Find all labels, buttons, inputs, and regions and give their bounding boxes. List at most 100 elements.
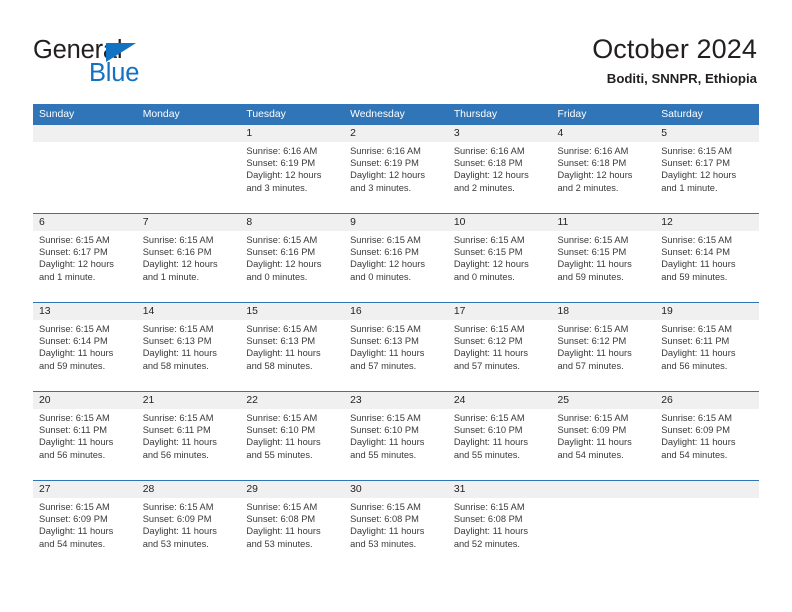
calendar-day-cell[interactable]: 25 Sunrise: 6:15 AM Sunset: 6:09 PM Dayligh…: [551, 391, 656, 481]
calendar-day-cell[interactable]: 6 Sunrise: 6:15 AM Sunset: 6:17 PM Daylight…: [33, 213, 137, 303]
day-detail-daylight1: Daylight: 11 hours: [350, 348, 425, 359]
calendar-day-cell[interactable]: 11 Sunrise: 6:15 AM Sunset: 6:15 PM Dayligh…: [551, 213, 656, 303]
day-detail-sunrise: Sunrise: 6:16 AM: [246, 146, 318, 156]
day-detail-sunrise: Sunrise: 6:15 AM: [557, 235, 629, 245]
day-detail-daylight1: Daylight: 11 hours: [453, 437, 529, 448]
day-detail-sunset: Sunset: 6:12 PM: [453, 336, 523, 347]
calendar-day-cell[interactable]: 7 Sunrise: 6:15 AM Sunset: 6:16 PM Daylight…: [136, 213, 241, 303]
weekday-header-row: Sunday Monday Tuesday Wednesday Thursday…: [33, 104, 759, 125]
calendar-day-cell[interactable]: 2 Sunrise: 6:16 AM Sunset: 6:19 PM Daylight…: [344, 124, 448, 214]
calendar-day-cell[interactable]: 26 Sunrise: 6:15 AM Sunset: 6:09 PM Dayligh…: [655, 391, 759, 481]
day-number: 14: [136, 303, 241, 320]
day-cell-inner: 1 Sunrise: 6:16 AM Sunset: 6:19 PM Daylight…: [240, 125, 345, 213]
day-number: 17: [447, 303, 552, 320]
calendar-day-cell[interactable]: 20 Sunrise: 6:15 AM Sunset: 6:11 PM Dayligh…: [33, 391, 137, 481]
day-detail-daylight2: and 57 minutes.: [453, 360, 520, 371]
day-details: Sunrise: 6:15 AM Sunset: 6:16 PM Daylight:…: [240, 231, 344, 283]
day-detail-daylight1: Daylight: 11 hours: [453, 348, 529, 359]
day-details: Sunrise: 6:15 AM Sunset: 6:14 PM Daylight:…: [655, 231, 759, 283]
day-detail-daylight2: and 1 minute.: [661, 182, 718, 193]
calendar-day-cell[interactable]: 14 Sunrise: 6:15 AM Sunset: 6:13 PM Dayligh…: [136, 302, 241, 392]
day-detail-sunset: Sunset: 6:12 PM: [557, 336, 627, 347]
calendar-day-cell[interactable]: 27 Sunrise: 6:15 AM Sunset: 6:09 PM Dayligh…: [33, 480, 137, 570]
day-detail-sunset: Sunset: 6:09 PM: [661, 425, 730, 436]
day-detail-daylight1: Daylight: 11 hours: [661, 259, 736, 270]
calendar-day-cell[interactable]: 18 Sunrise: 6:15 AM Sunset: 6:12 PM Dayligh…: [551, 302, 656, 392]
calendar-day-cell[interactable]: 13 Sunrise: 6:15 AM Sunset: 6:14 PM Dayligh…: [33, 302, 137, 392]
calendar-week-row: 13 Sunrise: 6:15 AM Sunset: 6:14 PM Dayligh…: [33, 302, 759, 392]
day-detail-daylight2: and 57 minutes.: [557, 360, 624, 371]
calendar-day-cell-empty: [655, 480, 759, 570]
calendar-day-cell[interactable]: 16 Sunrise: 6:15 AM Sunset: 6:13 PM Dayligh…: [344, 302, 448, 392]
day-details: Sunrise: 6:15 AM Sunset: 6:10 PM Daylight:…: [344, 409, 448, 461]
day-cell-inner: 22 Sunrise: 6:15 AM Sunset: 6:10 PM Dayligh…: [240, 392, 345, 480]
calendar-day-cell[interactable]: 15 Sunrise: 6:15 AM Sunset: 6:13 PM Dayligh…: [240, 302, 345, 392]
day-number: 12: [655, 214, 759, 231]
day-detail-sunrise: Sunrise: 6:15 AM: [350, 413, 421, 423]
day-cell-inner: 24 Sunrise: 6:15 AM Sunset: 6:10 PM Dayligh…: [447, 392, 552, 480]
calendar-day-cell[interactable]: 1 Sunrise: 6:16 AM Sunset: 6:19 PM Daylight…: [240, 124, 345, 214]
calendar-day-cell[interactable]: 21 Sunrise: 6:15 AM Sunset: 6:11 PM Dayligh…: [136, 391, 241, 481]
day-detail-daylight2: and 59 minutes.: [557, 271, 624, 282]
calendar-day-cell[interactable]: 31 Sunrise: 6:15 AM Sunset: 6:08 PM Dayligh…: [447, 480, 552, 570]
calendar-day-cell[interactable]: 10 Sunrise: 6:15 AM Sunset: 6:15 PM Dayligh…: [447, 213, 552, 303]
day-details: Sunrise: 6:15 AM Sunset: 6:16 PM Daylight:…: [137, 231, 241, 283]
day-detail-sunrise: Sunrise: 6:16 AM: [350, 146, 421, 156]
day-number: 15: [240, 303, 345, 320]
weekday-header-saturday: Saturday: [655, 104, 759, 125]
day-detail-sunset: Sunset: 6:10 PM: [453, 425, 523, 436]
day-detail-daylight1: Daylight: 12 hours: [350, 170, 426, 181]
calendar-day-cell[interactable]: 22 Sunrise: 6:15 AM Sunset: 6:10 PM Dayligh…: [240, 391, 345, 481]
day-detail-daylight2: and 54 minutes.: [557, 449, 624, 460]
day-detail-sunset: Sunset: 6:10 PM: [350, 425, 419, 436]
calendar-day-cell[interactable]: 5 Sunrise: 6:15 AM Sunset: 6:17 PM Daylight…: [655, 124, 759, 214]
day-cell-inner: 13 Sunrise: 6:15 AM Sunset: 6:14 PM Dayligh…: [33, 303, 137, 391]
day-detail-daylight2: and 52 minutes.: [453, 538, 520, 549]
day-number: 10: [447, 214, 552, 231]
calendar-week-row: 20 Sunrise: 6:15 AM Sunset: 6:11 PM Dayligh…: [33, 391, 759, 481]
day-detail-sunset: Sunset: 6:16 PM: [246, 247, 316, 258]
day-detail-sunset: Sunset: 6:16 PM: [350, 247, 419, 258]
calendar-day-cell[interactable]: 9 Sunrise: 6:15 AM Sunset: 6:16 PM Daylight…: [344, 213, 448, 303]
day-detail-sunrise: Sunrise: 6:15 AM: [39, 413, 110, 423]
day-detail-daylight2: and 54 minutes.: [39, 538, 106, 549]
calendar-day-cell[interactable]: 29 Sunrise: 6:15 AM Sunset: 6:08 PM Dayligh…: [240, 480, 345, 570]
day-detail-daylight2: and 53 minutes.: [142, 538, 209, 549]
calendar-day-cell[interactable]: 19 Sunrise: 6:15 AM Sunset: 6:11 PM Dayligh…: [655, 302, 759, 392]
day-detail-daylight2: and 53 minutes.: [350, 538, 417, 549]
day-detail-sunset: Sunset: 6:16 PM: [142, 247, 212, 258]
day-details: Sunrise: 6:15 AM Sunset: 6:12 PM Daylight:…: [448, 320, 552, 372]
calendar-day-cell[interactable]: 3 Sunrise: 6:16 AM Sunset: 6:18 PM Daylight…: [447, 124, 552, 214]
day-cell-inner: 12 Sunrise: 6:15 AM Sunset: 6:14 PM Dayligh…: [655, 214, 759, 302]
day-detail-sunset: Sunset: 6:17 PM: [661, 158, 730, 169]
day-detail-sunrise: Sunrise: 6:15 AM: [350, 324, 421, 334]
day-cell-inner: 27 Sunrise: 6:15 AM Sunset: 6:09 PM Dayligh…: [33, 481, 137, 570]
general-blue-logo[interactable]: General Blue: [33, 36, 223, 88]
day-detail-sunset: Sunset: 6:11 PM: [142, 425, 211, 436]
calendar-day-cell[interactable]: 4 Sunrise: 6:16 AM Sunset: 6:18 PM Daylight…: [551, 124, 656, 214]
day-detail-daylight1: Daylight: 11 hours: [557, 348, 632, 359]
day-detail-daylight1: Daylight: 11 hours: [39, 526, 114, 537]
calendar-day-cell[interactable]: 12 Sunrise: 6:15 AM Sunset: 6:14 PM Dayligh…: [655, 213, 759, 303]
calendar-week-row: 1 Sunrise: 6:16 AM Sunset: 6:19 PM Daylight…: [33, 124, 759, 214]
day-detail-sunset: Sunset: 6:08 PM: [350, 514, 419, 525]
calendar-day-cell[interactable]: 8 Sunrise: 6:15 AM Sunset: 6:16 PM Daylight…: [240, 213, 345, 303]
calendar-day-cell[interactable]: 28 Sunrise: 6:15 AM Sunset: 6:09 PM Dayligh…: [136, 480, 241, 570]
day-cell-inner: 9 Sunrise: 6:15 AM Sunset: 6:16 PM Daylight…: [344, 214, 448, 302]
day-details: Sunrise: 6:15 AM Sunset: 6:17 PM Daylight:…: [33, 231, 137, 283]
day-number: [551, 481, 656, 498]
day-detail-daylight1: Daylight: 11 hours: [557, 259, 632, 270]
page-subtitle: Boditi, SNNPR, Ethiopia: [606, 71, 757, 86]
calendar-day-cell[interactable]: 30 Sunrise: 6:15 AM Sunset: 6:08 PM Dayligh…: [344, 480, 448, 570]
day-detail-sunrise: Sunrise: 6:15 AM: [142, 235, 214, 245]
day-detail-daylight2: and 59 minutes.: [661, 271, 728, 282]
day-cell-inner: 14 Sunrise: 6:15 AM Sunset: 6:13 PM Dayligh…: [136, 303, 241, 391]
calendar-day-cell[interactable]: 17 Sunrise: 6:15 AM Sunset: 6:12 PM Dayligh…: [447, 302, 552, 392]
calendar-day-cell[interactable]: 24 Sunrise: 6:15 AM Sunset: 6:10 PM Dayligh…: [447, 391, 552, 481]
day-detail-sunset: Sunset: 6:15 PM: [557, 247, 627, 258]
day-detail-sunset: Sunset: 6:13 PM: [142, 336, 212, 347]
calendar-day-cell[interactable]: 23 Sunrise: 6:15 AM Sunset: 6:10 PM Dayligh…: [344, 391, 448, 481]
day-details: Sunrise: 6:15 AM Sunset: 6:09 PM Daylight:…: [33, 498, 137, 550]
day-detail-sunset: Sunset: 6:08 PM: [246, 514, 316, 525]
day-detail-daylight2: and 1 minute.: [39, 271, 96, 282]
